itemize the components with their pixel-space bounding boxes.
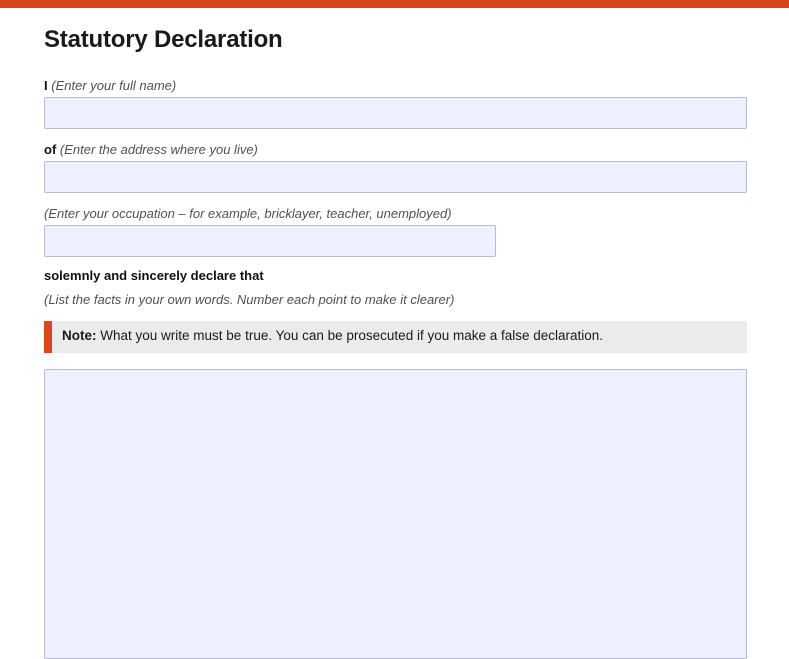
address-field-label: of (Enter the address where you live) xyxy=(44,142,258,158)
name-label-prefix: I xyxy=(44,78,48,93)
warning-note: Note: What you write must be true. You c… xyxy=(44,321,747,353)
name-field-label: I (Enter your full name) xyxy=(44,78,176,94)
note-text: What you write must be true. You can be … xyxy=(100,328,604,343)
occupation-hint: (Enter your occupation – for example, br… xyxy=(44,206,452,221)
full-name-input[interactable] xyxy=(44,97,747,129)
top-accent-bar xyxy=(0,0,789,8)
declaration-facts-textarea[interactable] xyxy=(44,369,747,659)
declaration-hint: (List the facts in your own words. Numbe… xyxy=(44,292,455,307)
occupation-field-label: (Enter your occupation – for example, br… xyxy=(44,206,452,222)
note-label: Note: xyxy=(62,328,97,343)
address-input[interactable] xyxy=(44,161,747,193)
declaration-heading: solemnly and sincerely declare that xyxy=(44,268,264,283)
occupation-input[interactable] xyxy=(44,225,496,257)
address-hint: (Enter the address where you live) xyxy=(59,142,258,157)
page-title: Statutory Declaration xyxy=(44,26,283,53)
address-label-prefix: of xyxy=(44,142,57,157)
name-hint: (Enter your full name) xyxy=(51,78,177,93)
